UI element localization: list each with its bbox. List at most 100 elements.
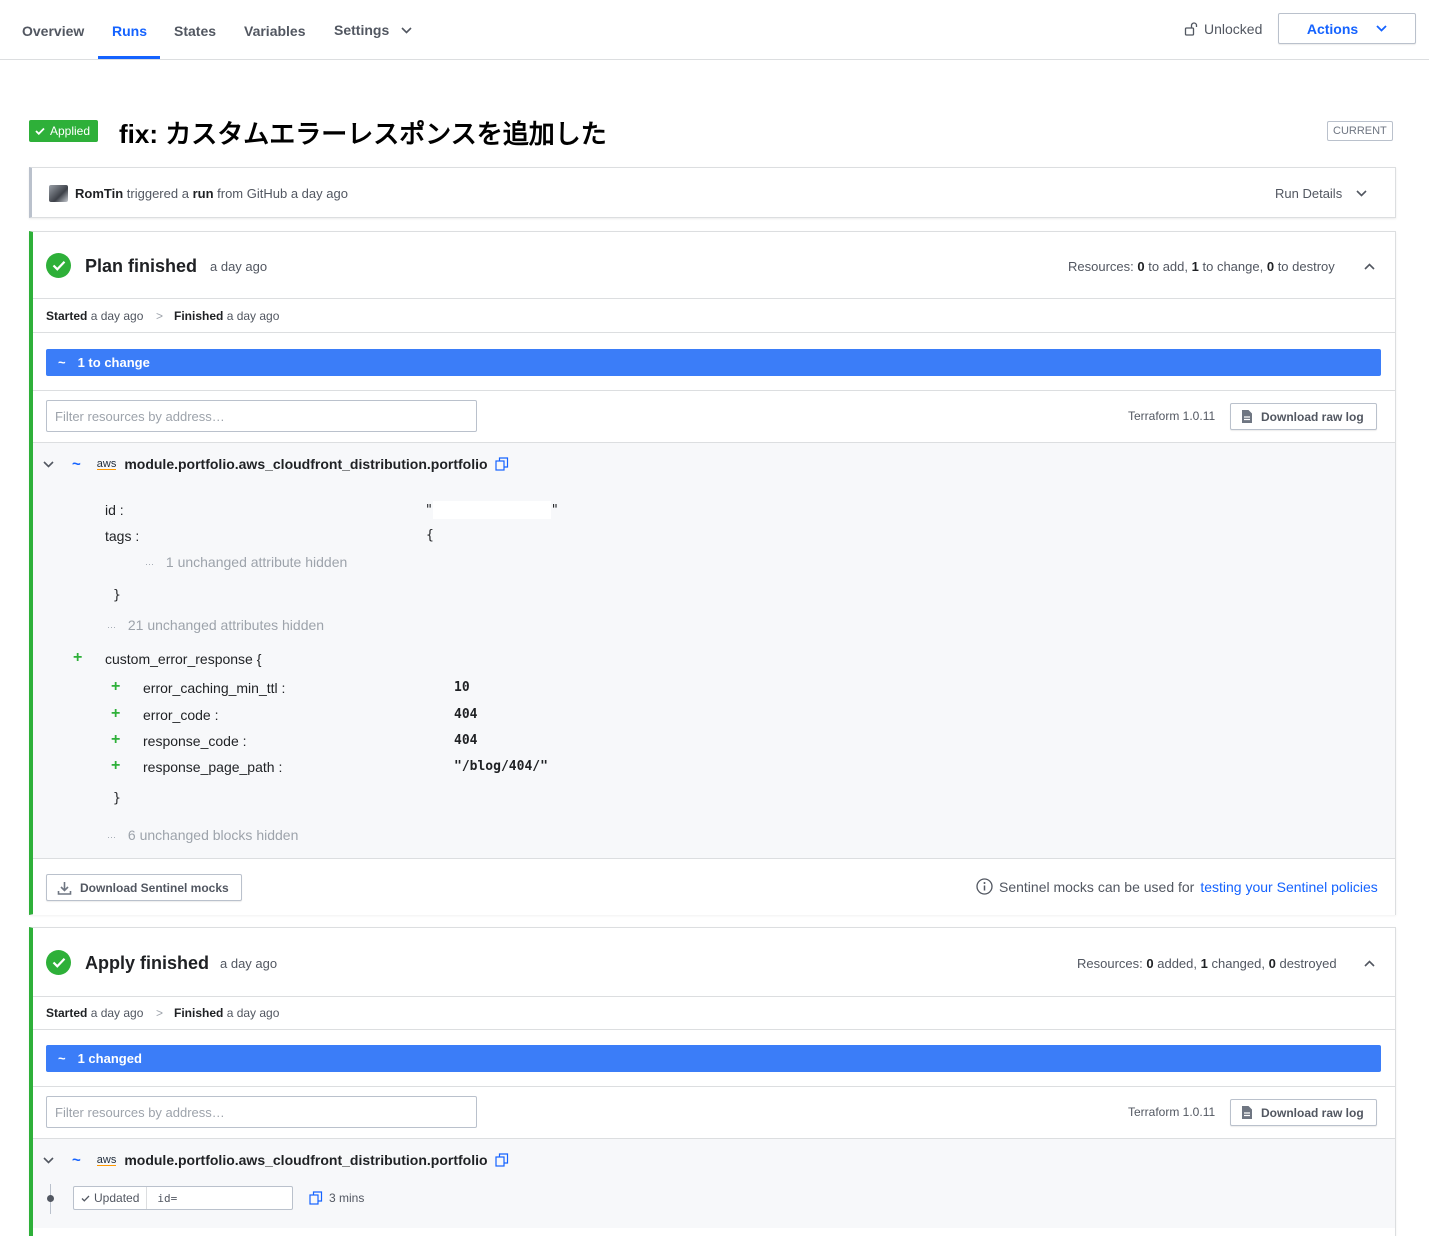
success-check-icon [46,950,71,975]
block-attr-value: 404 [454,707,478,722]
actions-button[interactable]: Actions [1278,13,1416,44]
copy-icon[interactable] [494,1153,509,1167]
blocks-hidden-note[interactable]: ··· 6 unchanged blocks hidden [107,827,298,843]
actions-label: Actions [1306,20,1359,37]
current-badge: CURRENT [1327,121,1393,141]
apply-header[interactable]: Apply finished a day ago Resources: 0 ad… [33,928,1395,997]
status-badge: Applied [29,120,99,142]
ellipsis-icon: ··· [107,832,116,842]
chevron-up-icon[interactable] [1364,263,1375,270]
tags-hidden-note[interactable]: ··· 1 unchanged attribute hidden [145,554,347,570]
updated-label: Updated [94,1191,140,1205]
terraform-version: Terraform 1.0.11 [1128,1105,1216,1119]
change-tilde-icon: ~ [72,455,81,473]
chevron-down-icon[interactable] [43,1156,54,1164]
active-tab-indicator [98,56,160,59]
updated-badge: Updated [74,1187,148,1209]
trigger-user[interactable]: RomTin [75,186,123,201]
apply-resource-list: ~ aws module.portfolio.aws_cloudfront_di… [33,1138,1395,1228]
tab-settings[interactable]: Settings [334,0,412,60]
copy-icon[interactable] [309,1191,323,1205]
trigger-text: RomTin triggered a run from GitHub a day… [75,186,348,201]
started-time: a day ago [90,1006,144,1020]
attr-id-label: id : [105,502,124,518]
aws-logo-icon: aws [96,457,117,470]
tilde-symbol: ~ [58,355,66,370]
trigger-run-word: run [192,186,214,201]
resource-address: module.portfolio.aws_cloudfront_distribu… [124,456,488,472]
resource-row[interactable]: ~ aws module.portfolio.aws_cloudfront_di… [43,1150,509,1170]
resources-added-label: added, [1157,956,1197,971]
attrs-hidden-note[interactable]: ··· 21 unchanged attributes hidden [107,617,324,633]
plan-timeline: Started a day ago > Finished a day ago [33,299,1395,333]
redacted-id [432,501,551,519]
tab-runs[interactable]: Runs [112,0,147,60]
block-name: custom_error_response { [105,651,262,667]
download-raw-log-label: Download raw log [1261,1105,1364,1120]
block-attr-value: 404 [454,733,478,748]
plan-summary-label: 1 to change [77,355,150,370]
tags-hidden-label: 1 unchanged attribute hidden [165,554,348,570]
plan-section: Plan finished a day ago Resources: 0 to … [29,231,1396,915]
info-icon [976,878,993,895]
tab-states[interactable]: States [174,0,216,60]
plan-title: Plan finished [85,256,198,276]
apply-change-summary-bar[interactable]: ~ 1 changed [46,1045,1381,1072]
plan-header[interactable]: Plan finished a day ago Resources: 0 to … [33,232,1395,299]
apply-timeline: Started a day ago > Finished a day ago [33,997,1395,1030]
run-details-label: Run Details [1275,186,1343,201]
plan-resources-summary: Resources: 0 to add, 1 to change, 0 to d… [1068,259,1335,274]
tags-open-brace: { [426,528,434,543]
blocks-hidden-label: 6 unchanged blocks hidden [127,827,299,843]
resources-destroy-label: to destroy [1277,259,1335,274]
copy-icon[interactable] [494,457,509,471]
resource-row[interactable]: ~ aws module.portfolio.aws_cloudfront_di… [43,454,509,474]
filter-resources-input[interactable] [46,1096,477,1128]
aws-logo-icon: aws [96,1153,117,1166]
apply-duration: 3 mins [309,1191,364,1205]
ellipsis-icon: ··· [107,622,116,632]
run-details-toggle[interactable]: Run Details [1275,186,1367,201]
ellipsis-icon: ··· [145,559,154,569]
tab-overview[interactable]: Overview [22,0,84,60]
resources-add-count: 0 [1137,259,1145,274]
status-badge-label: Applied [50,124,91,138]
divider [33,1086,1395,1087]
apply-resources-summary: Resources: 0 added, 1 changed, 0 destroy… [1077,956,1337,971]
plan-started: Started a day ago [46,309,143,323]
resources-destroyed-label: destroyed [1279,956,1337,971]
id-quote-close: " [550,502,559,518]
plan-finished: Finished a day ago [174,309,279,323]
plan-change-summary-bar[interactable]: ~ 1 to change [46,349,1381,376]
finished-label: Finished [174,1006,224,1020]
plus-icon: + [111,678,121,695]
chevron-down-icon [401,26,412,34]
tilde-symbol: ~ [58,1051,66,1066]
sentinel-note-text: Sentinel mocks can be used for [999,878,1195,895]
chevron-down-icon[interactable] [43,460,54,468]
terraform-version: Terraform 1.0.11 [1128,409,1216,423]
finished-time: a day ago [226,1006,280,1020]
attr-tags-label: tags : [105,528,140,544]
plus-icon: + [111,731,121,748]
lock-status[interactable]: Unlocked [1184,19,1262,39]
attr-id-value: " " [425,501,559,519]
document-icon [1242,1106,1252,1119]
trigger-text-2: from GitHub a day ago [217,186,348,201]
check-icon [35,127,45,135]
sentinel-policies-link[interactable]: testing your Sentinel policies [1200,879,1377,895]
tab-settings-label: Settings [334,22,390,38]
download-raw-log-button[interactable]: Download raw log [1230,403,1377,430]
document-icon [1242,410,1252,423]
plan-resource-diff: ~ aws module.portfolio.aws_cloudfront_di… [33,442,1395,858]
filter-resources-input[interactable] [46,400,477,432]
download-raw-log-button[interactable]: Download raw log [1230,1099,1377,1126]
tab-variables[interactable]: Variables [244,0,306,60]
apply-title: Apply finished [85,953,210,973]
top-nav: Overview Runs States Variables Settings … [0,0,1429,60]
block-attr-value: "/blog/404/" [454,759,548,774]
chevron-up-icon[interactable] [1364,960,1375,967]
resources-destroy-count: 0 [1266,259,1275,274]
timeline-dot-icon [47,1195,54,1202]
download-sentinel-mocks-button[interactable]: Download Sentinel mocks [46,874,242,901]
